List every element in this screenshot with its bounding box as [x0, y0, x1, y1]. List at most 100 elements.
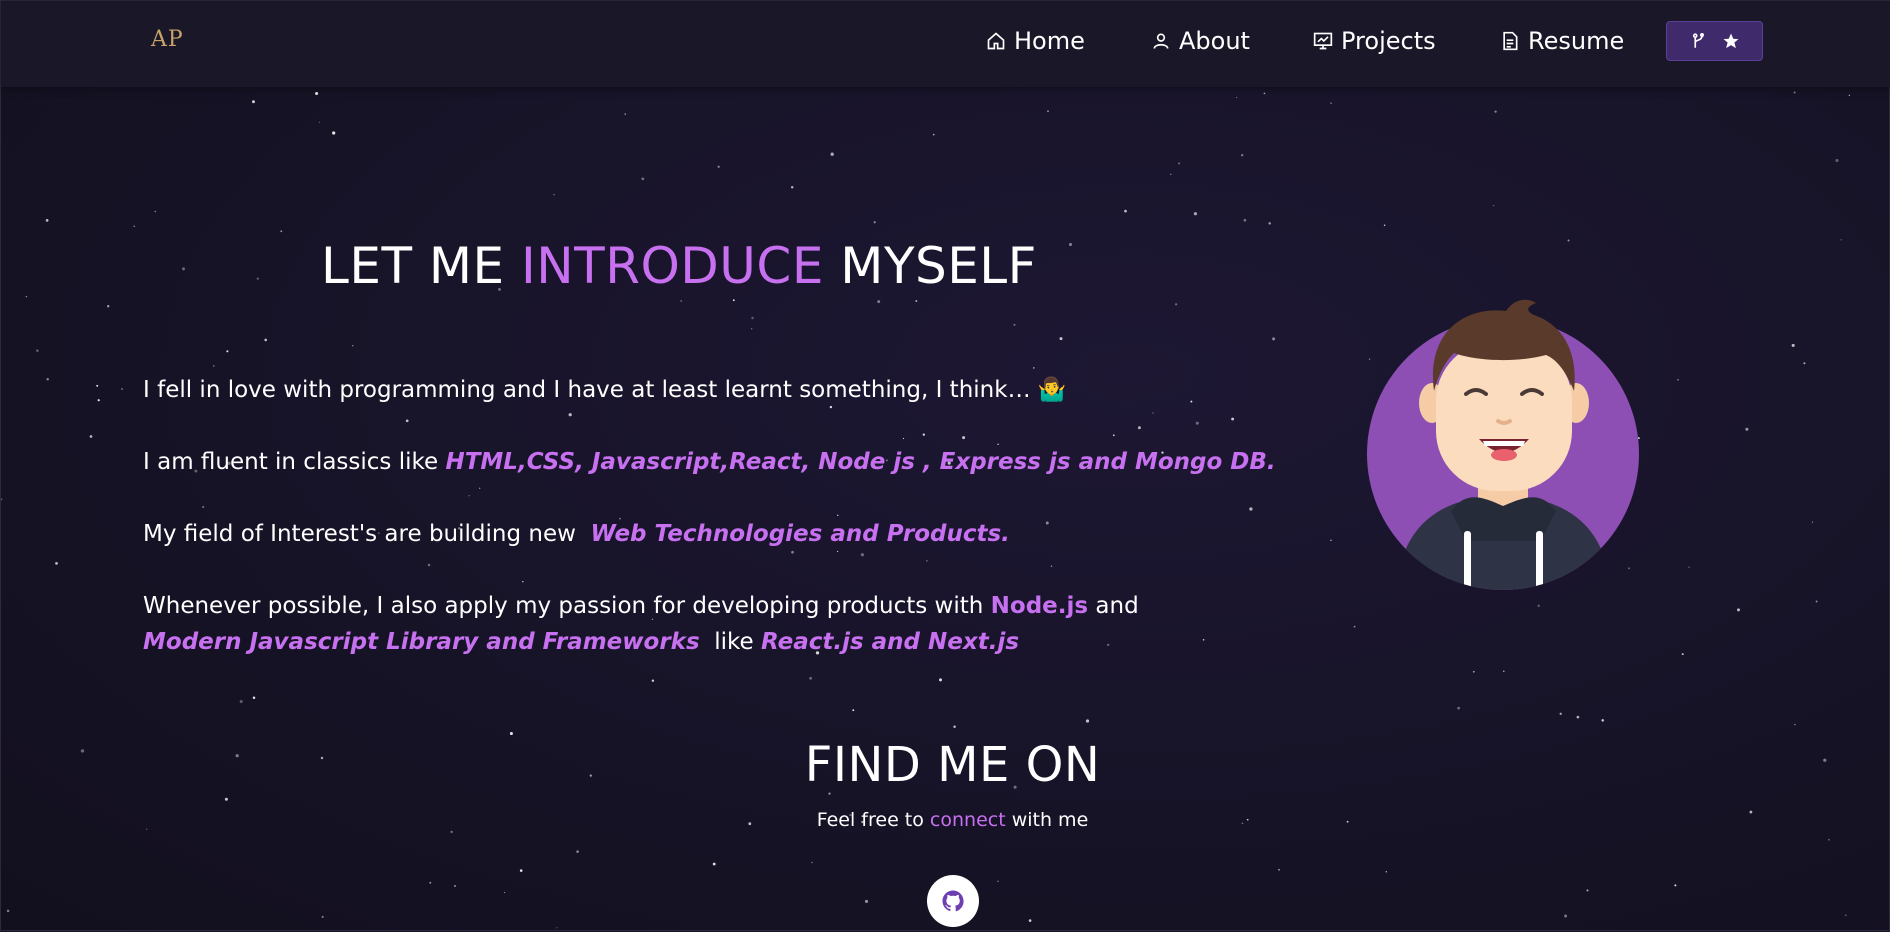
star-dot [97, 399, 100, 402]
p4-accent-1: Node.js [990, 593, 1089, 619]
git-fork-icon [1692, 33, 1704, 48]
home-icon [987, 32, 1005, 50]
p4-mid-2: like [699, 629, 762, 655]
presentation-chart-icon [1313, 32, 1333, 50]
star-dot [1567, 239, 1570, 242]
logo[interactable]: AP [151, 27, 184, 52]
p2-pre: I am fluent in classics like [143, 449, 446, 475]
star-dot [96, 384, 99, 387]
github-repo-button[interactable] [1666, 21, 1763, 61]
star-dot [751, 328, 753, 330]
logo-text: AP [151, 27, 184, 52]
star-dot [1815, 600, 1818, 603]
nav-home[interactable]: Home [986, 25, 1085, 57]
star-dot [1241, 154, 1244, 157]
star-dot [1, 498, 3, 501]
star-dot [1231, 417, 1235, 421]
star-dot [1688, 566, 1690, 568]
star-dot [202, 505, 205, 509]
star-dot [1190, 400, 1193, 403]
star-dot [321, 915, 324, 918]
star-dot [315, 91, 319, 96]
p4-accent-3: React.js and Next.js [761, 629, 1020, 655]
nav-resume[interactable]: Resume [1500, 25, 1624, 57]
about-paragraph-3: My field of Interest's are building new … [143, 516, 1010, 552]
star-dot [1272, 337, 1276, 341]
star-dot [519, 869, 523, 872]
star-dot [568, 413, 572, 417]
star-dot [36, 349, 39, 352]
star-dot [1844, 914, 1847, 917]
star-dot [1840, 239, 1842, 241]
find-me-subtitle: Feel free to connect with me [1, 809, 1890, 831]
star-dot [1112, 434, 1115, 437]
star-dot [1175, 303, 1178, 306]
p1-text: I fell in love with programming and I ha… [143, 377, 1067, 403]
star-dot [1564, 914, 1568, 918]
star-dot [1492, 204, 1495, 207]
star-dot [509, 731, 513, 736]
star-dot [107, 305, 110, 308]
p2-accent: HTML,CSS, Javascript,React, Node js , Ex… [445, 449, 1276, 475]
star-dot [641, 177, 645, 181]
star-dot [732, 299, 735, 302]
p4-accent-2: Modern Javascript Library and Frameworks [143, 629, 700, 655]
star-dot [922, 433, 925, 436]
star-dot [1503, 670, 1505, 673]
github-link-button[interactable] [927, 875, 979, 927]
star-dot [1152, 412, 1154, 414]
find-me-heading: FIND ME ON [804, 737, 1101, 793]
nav-resume-label: Resume [1528, 27, 1625, 55]
star-dot [1268, 222, 1271, 225]
star-dot [939, 678, 942, 682]
sub-pre: Feel free to [816, 809, 930, 831]
star-dot [556, 927, 558, 929]
star-dot [811, 861, 813, 864]
star-dot [1330, 539, 1332, 542]
star-dot [877, 300, 881, 304]
star-dot [915, 299, 918, 303]
star-dot [133, 225, 135, 227]
star-dot [1537, 604, 1540, 607]
heading-pre: LET ME [321, 237, 522, 295]
star-dot [1195, 421, 1199, 425]
star-dot [405, 419, 409, 423]
star-dot [1278, 869, 1280, 871]
star-dot [46, 378, 49, 381]
star-dot [1677, 378, 1679, 381]
heading-accent: INTRODUCE [521, 237, 824, 295]
star-dot [1013, 323, 1016, 326]
star-dot [1178, 162, 1181, 165]
star-dot [1124, 209, 1127, 213]
heading-post: MYSELF [823, 237, 1037, 295]
star-dot [1745, 427, 1749, 431]
sub-post: with me [1005, 809, 1089, 831]
star-dot [1193, 212, 1197, 216]
star-dot [239, 699, 243, 704]
nav-about[interactable]: About [1151, 25, 1250, 57]
star-dot [55, 562, 58, 565]
star-dot [1028, 919, 1032, 922]
star-dot [953, 725, 956, 728]
page-background: AP Home About Projects Resume LET ME INT… [0, 0, 1890, 931]
about-heading: LET ME INTRODUCE MYSELF [321, 237, 1037, 295]
star-dot [1835, 158, 1839, 163]
star-dot [553, 193, 555, 196]
star-dot [154, 210, 157, 213]
p4-pre: Whenever possible, I also apply my passi… [143, 593, 991, 619]
star-dot [25, 295, 28, 298]
star-dot [264, 338, 268, 342]
star-dot [1170, 173, 1172, 175]
star-dot [932, 133, 935, 136]
nav-projects[interactable]: Projects [1313, 25, 1436, 57]
star-dot [1033, 367, 1035, 369]
star-dot [1803, 362, 1806, 365]
star-dot [651, 679, 655, 682]
star-dot [1137, 426, 1141, 430]
star-dot [1457, 706, 1460, 710]
star-dot [1059, 337, 1063, 341]
nav-about-label: About [1179, 27, 1250, 55]
star-dot [1681, 653, 1684, 656]
about-paragraph-1: I fell in love with programming and I ha… [143, 372, 1067, 408]
sub-accent: connect [929, 809, 1006, 831]
